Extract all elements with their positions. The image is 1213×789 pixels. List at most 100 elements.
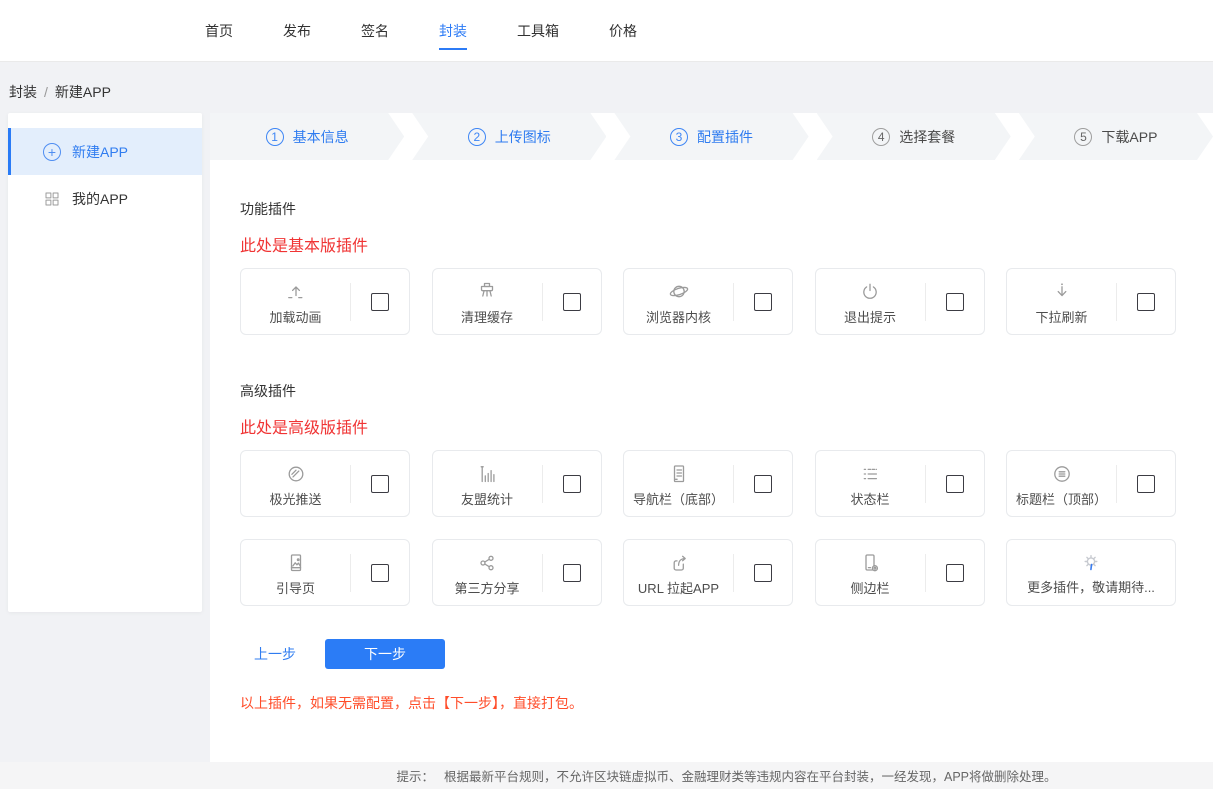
plugin-checkbox[interactable] bbox=[563, 475, 581, 493]
plugin-card-more-coming-soon: 更多插件，敬请期待... bbox=[1006, 539, 1176, 606]
plugin-card-side-bar[interactable]: 侧边栏 bbox=[815, 539, 985, 606]
plugin-card-title-bar-top[interactable]: 标题栏（顶部） bbox=[1006, 450, 1176, 517]
advanced-plugins-row-2: 引导页 第三方分享 bbox=[240, 539, 1176, 606]
step-number: 4 bbox=[872, 128, 890, 146]
nav-item-publish[interactable]: 发布 bbox=[283, 21, 311, 41]
plugin-card-status-bar[interactable]: 状态栏 bbox=[815, 450, 985, 517]
sidebar-item-label: 我的APP bbox=[72, 189, 128, 209]
plugin-label: 更多插件，敬请期待... bbox=[1027, 577, 1155, 596]
plugin-checkbox[interactable] bbox=[563, 564, 581, 582]
plus-circle-icon: + bbox=[43, 143, 61, 161]
arrow-down-icon bbox=[1049, 278, 1075, 304]
plugin-checkbox[interactable] bbox=[371, 564, 389, 582]
breadcrumb-section[interactable]: 封装 bbox=[9, 84, 37, 100]
plugin-checkbox[interactable] bbox=[754, 475, 772, 493]
step-choose-plan: 4 选择套餐 bbox=[817, 113, 1011, 160]
nav-item-home[interactable]: 首页 bbox=[205, 21, 233, 41]
step-number: 1 bbox=[266, 128, 284, 146]
step-configure-plugins: 3 配置插件 bbox=[614, 113, 808, 160]
plugin-label: 第三方分享 bbox=[454, 578, 519, 597]
plugin-label: 下拉刷新 bbox=[1035, 307, 1087, 326]
plugin-card-nav-bar-bottom[interactable]: 导航栏（底部） bbox=[623, 450, 793, 517]
basic-plugins-row: 加载动画 bbox=[240, 268, 1176, 335]
plugin-label: 清理缓存 bbox=[461, 307, 513, 326]
basic-plugins-title: 功能插件 bbox=[240, 199, 1213, 219]
plugin-checkbox[interactable] bbox=[1137, 475, 1155, 493]
plugin-checkbox[interactable] bbox=[371, 475, 389, 493]
step-number: 5 bbox=[1074, 128, 1092, 146]
step-label: 下载APP bbox=[1101, 127, 1157, 147]
gear-icon bbox=[1078, 549, 1104, 575]
step-upload-icon: 2 上传图标 bbox=[412, 113, 606, 160]
share-icon bbox=[474, 549, 500, 575]
packaging-hint: 以上插件，如果无需配置，点击【下一步】，直接打包。 bbox=[240, 693, 1213, 713]
plugin-checkbox[interactable] bbox=[1137, 293, 1155, 311]
power-icon bbox=[857, 278, 883, 304]
advanced-plugins-note: 此处是高级版插件 bbox=[240, 414, 1213, 438]
plugin-label: URL 拉起APP bbox=[638, 578, 719, 597]
plugin-checkbox[interactable] bbox=[946, 475, 964, 493]
step-label: 基本信息 bbox=[293, 127, 349, 147]
plugin-checkbox[interactable] bbox=[946, 564, 964, 582]
nav-item-sign[interactable]: 签名 bbox=[361, 21, 389, 41]
list-icon bbox=[857, 460, 883, 486]
plugin-label: 导航栏（底部） bbox=[633, 489, 724, 508]
plugin-checkbox[interactable] bbox=[754, 564, 772, 582]
planet-icon bbox=[666, 278, 692, 304]
upload-icon bbox=[283, 278, 309, 304]
prev-step-link[interactable]: 上一步 bbox=[254, 644, 296, 664]
next-step-button[interactable]: 下一步 bbox=[325, 639, 445, 669]
plugin-card-umeng-stats[interactable]: 友盟统计 bbox=[432, 450, 602, 517]
phone-gear-icon bbox=[857, 549, 883, 575]
plugin-card-loading-animation[interactable]: 加载动画 bbox=[240, 268, 410, 335]
plugin-label: 友盟统计 bbox=[461, 489, 513, 508]
breadcrumb-current: 新建APP bbox=[55, 84, 111, 100]
top-nav: 首页 发布 签名 封装 工具箱 价格 bbox=[0, 0, 1213, 62]
plugin-card-exit-prompt[interactable]: 退出提示 bbox=[815, 268, 985, 335]
plugin-label: 侧边栏 bbox=[850, 578, 889, 597]
plugin-label: 浏览器内核 bbox=[646, 307, 711, 326]
sidebar: + 新建APP 我的APP bbox=[8, 113, 202, 612]
plugin-checkbox[interactable] bbox=[371, 293, 389, 311]
nav-item-package[interactable]: 封装 bbox=[439, 21, 467, 41]
plugin-card-browser-kernel[interactable]: 浏览器内核 bbox=[623, 268, 793, 335]
nav-item-price[interactable]: 价格 bbox=[609, 21, 637, 41]
step-download-app: 5 下载APP bbox=[1019, 113, 1213, 160]
main-panel: 1 基本信息 2 上传图标 3 配置插件 4 选择套餐 5 下载APP bbox=[210, 113, 1213, 762]
footer-notice: 提示： 根据最新平台规则，不允许区块链虚拟币、金融理财类等违规内容在平台封装，一… bbox=[0, 762, 1213, 789]
breadcrumb-separator: / bbox=[44, 84, 48, 100]
grid-icon bbox=[43, 190, 61, 208]
sidebar-item-new-app[interactable]: + 新建APP bbox=[8, 128, 202, 175]
plugin-card-jpush[interactable]: 极光推送 bbox=[240, 450, 410, 517]
document-list-icon bbox=[666, 460, 692, 486]
advanced-plugins-row-1: 极光推送 友盟统计 bbox=[240, 450, 1176, 517]
bar-chart-icon bbox=[474, 460, 500, 486]
breadcrumb: 封装 / 新建APP bbox=[0, 62, 1213, 113]
plugin-checkbox[interactable] bbox=[563, 293, 581, 311]
brush-icon bbox=[474, 278, 500, 304]
plugin-card-guide-page[interactable]: 引导页 bbox=[240, 539, 410, 606]
plugin-card-third-party-share[interactable]: 第三方分享 bbox=[432, 539, 602, 606]
step-number: 2 bbox=[468, 128, 486, 146]
plugin-card-url-launch[interactable]: URL 拉起APP bbox=[623, 539, 793, 606]
plugin-label: 极光推送 bbox=[269, 489, 321, 508]
plugin-label: 加载动画 bbox=[269, 307, 321, 326]
sidebar-item-my-app[interactable]: 我的APP bbox=[8, 175, 202, 222]
plugin-label: 标题栏（顶部） bbox=[1016, 489, 1107, 508]
plugin-label: 退出提示 bbox=[844, 307, 896, 326]
nav-item-toolbox[interactable]: 工具箱 bbox=[517, 21, 559, 41]
image-icon bbox=[283, 549, 309, 575]
stepper: 1 基本信息 2 上传图标 3 配置插件 4 选择套餐 5 下载APP bbox=[210, 113, 1213, 160]
step-label: 配置插件 bbox=[697, 127, 753, 147]
sidebar-item-label: 新建APP bbox=[72, 142, 128, 162]
step-number: 3 bbox=[670, 128, 688, 146]
plugin-checkbox[interactable] bbox=[754, 293, 772, 311]
step-label: 选择套餐 bbox=[899, 127, 955, 147]
jpush-icon bbox=[283, 460, 309, 486]
step-basic-info: 1 基本信息 bbox=[210, 113, 404, 160]
plugin-card-pull-refresh[interactable]: 下拉刷新 bbox=[1006, 268, 1176, 335]
plugin-checkbox[interactable] bbox=[946, 293, 964, 311]
footer-prefix: 提示： bbox=[396, 766, 434, 785]
plugin-card-clear-cache[interactable]: 清理缓存 bbox=[432, 268, 602, 335]
step-label: 上传图标 bbox=[495, 127, 551, 147]
